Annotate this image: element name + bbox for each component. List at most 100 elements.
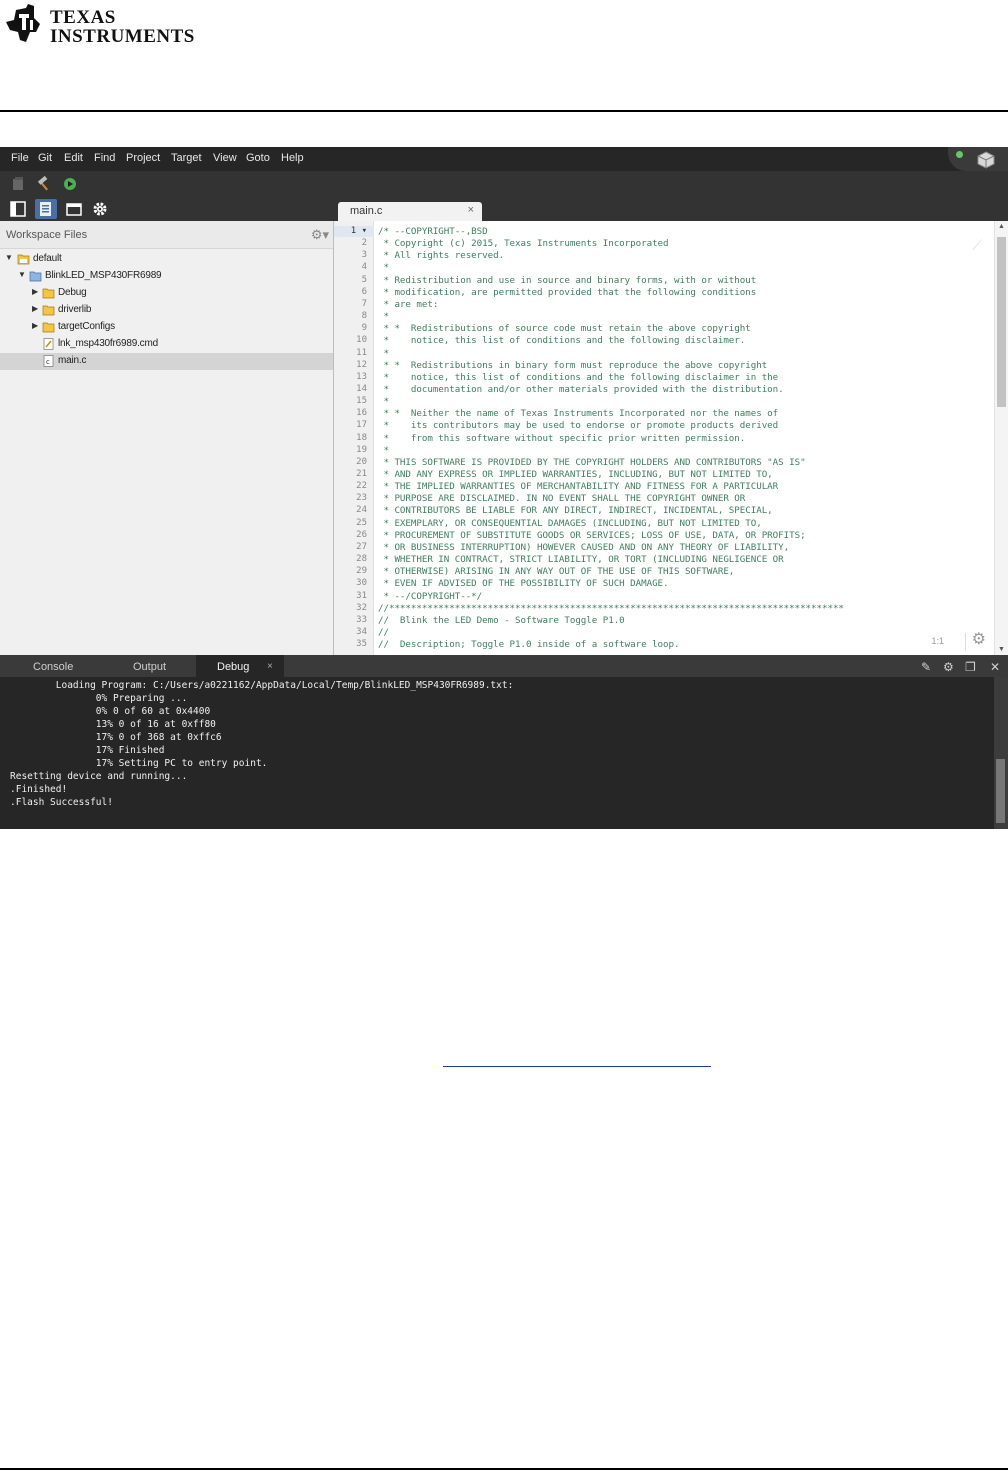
minimap-icon[interactable]: ⟋ xyxy=(972,237,982,254)
file-browser-icon[interactable] xyxy=(63,199,85,219)
code-line: * THIS SOFTWARE IS PROVIDED BY THE COPYR… xyxy=(378,456,806,468)
line-number: 25 xyxy=(356,517,367,528)
code-line: * * Redistributions of source code must … xyxy=(378,323,751,335)
code-line: * Copyright (c) 2015, Texas Instruments … xyxy=(378,238,669,250)
scroll-up-icon[interactable]: ▲ xyxy=(998,223,1005,230)
console-line: .Flash Successful! xyxy=(10,797,113,809)
code-line: * xyxy=(378,311,389,323)
line-number: 24 xyxy=(356,505,367,516)
code-line: * * Neither the name of Texas Instrument… xyxy=(378,408,779,420)
console-line: 17% Finished xyxy=(10,745,165,757)
code-line: * notice, this list of conditions and th… xyxy=(378,335,746,347)
line-number: 4 xyxy=(361,262,367,273)
collapse-arrow-icon[interactable]: ▶ xyxy=(32,287,38,296)
line-number: 11 xyxy=(356,347,367,358)
line-number: 2 xyxy=(361,238,367,249)
restore-panel-icon[interactable]: ❐ xyxy=(965,660,976,674)
line-number: 28 xyxy=(356,554,367,565)
menu-git[interactable]: Git xyxy=(38,152,52,164)
menu-file[interactable]: File xyxy=(11,152,29,164)
workspace-gear-icon[interactable]: ⚙▾ xyxy=(311,227,329,243)
line-number: 14 xyxy=(356,383,367,394)
code-line: * OTHERWISE) ARISING IN ANY WAY OUT OF T… xyxy=(378,566,735,578)
console-line: 13% 0 of 16 at 0xff80 xyxy=(10,719,216,731)
tree-label: BlinkLED_MSP430FR6989 xyxy=(45,270,162,281)
code-line: * its contributors may be used to endors… xyxy=(378,420,779,432)
line-number: 23 xyxy=(356,493,367,504)
close-panel-icon[interactable]: ✕ xyxy=(990,660,1000,674)
footer-rule xyxy=(0,1468,1008,1470)
tree-item-default[interactable]: ▼ default xyxy=(0,251,333,268)
code-editor[interactable]: 1 ▾ 2 3 4 5 6 7 8 9 10 11 12 13 14 15 16 17 18 19 20 21 22 23 2… xyxy=(334,221,1008,655)
tree-item-targetconfigs[interactable]: ▶ targetConfigs xyxy=(0,319,333,336)
tab-label: main.c xyxy=(350,205,383,217)
console-line: 0% 0 of 60 at 0x4400 xyxy=(10,706,211,718)
line-number: 18 xyxy=(356,432,367,443)
hyperlink-underline[interactable] xyxy=(443,1066,711,1067)
header-rule xyxy=(0,110,1008,112)
project-folder-icon xyxy=(29,271,42,282)
tree-item-project[interactable]: ▼ BlinkLED_MSP430FR6989 xyxy=(0,268,333,285)
workspace-header: Workspace Files ⚙▾ xyxy=(0,221,333,249)
debug-run-icon[interactable] xyxy=(62,176,78,192)
menu-goto[interactable]: Goto xyxy=(246,152,270,164)
menu-find[interactable]: Find xyxy=(94,152,115,164)
settings-gear-icon[interactable] xyxy=(89,199,111,219)
menu-project[interactable]: Project xyxy=(126,152,160,164)
expand-arrow-icon[interactable]: ▼ xyxy=(5,253,13,262)
code-line: * * Redistributions in binary form must … xyxy=(378,359,768,371)
tree-item-cmd-file[interactable]: lnk_msp430fr6989.cmd xyxy=(0,336,333,353)
tab-output-label: Output xyxy=(133,661,167,673)
menu-edit[interactable]: Edit xyxy=(64,152,83,164)
line-number: 31 xyxy=(356,590,367,601)
line-number: 21 xyxy=(356,469,367,479)
project-explorer-icon[interactable] xyxy=(35,199,57,219)
ti-wordmark: Texas Instruments xyxy=(50,8,195,46)
console-line: .Finished! xyxy=(10,784,68,796)
c-file-icon: c xyxy=(43,355,54,367)
menu-view[interactable]: View xyxy=(213,152,237,164)
collapse-arrow-icon[interactable]: ▶ xyxy=(32,304,38,313)
tree-item-debug[interactable]: ▶ Debug xyxy=(0,285,333,302)
scroll-thumb[interactable] xyxy=(997,237,1006,407)
tab-output[interactable]: Output xyxy=(104,655,196,677)
code-line: * PROCUREMENT OF SUBSTITUTE GOODS OR SER… xyxy=(378,529,806,541)
expand-arrow-icon[interactable]: ▼ xyxy=(18,270,26,279)
tree-item-driverlib[interactable]: ▶ driverlib xyxy=(0,302,333,319)
build-hammer-icon[interactable] xyxy=(36,176,52,192)
tab-close-icon[interactable]: × xyxy=(468,204,474,216)
brand-line-2: Instruments xyxy=(50,26,195,47)
tree-item-main-c[interactable]: c main.c xyxy=(0,353,333,370)
tab-debug-close-icon[interactable]: × xyxy=(267,661,273,672)
console-scrollbar[interactable] xyxy=(994,677,1008,829)
console-settings-gear-icon[interactable]: ⚙ xyxy=(943,660,954,674)
clear-console-icon[interactable]: ✎ xyxy=(921,660,931,674)
collapse-arrow-icon[interactable]: ▶ xyxy=(32,321,38,330)
resource-explorer-icon[interactable] xyxy=(976,150,996,170)
debug-console[interactable]: Loading Program: C:/Users/a0221162/AppDa… xyxy=(0,677,1008,829)
scroll-down-icon[interactable]: ▼ xyxy=(998,646,1005,653)
code-line: * modification, are permitted provided t… xyxy=(378,286,757,298)
code-line: // xyxy=(378,626,389,638)
line-number: 16 xyxy=(356,408,367,419)
menu-target[interactable]: Target xyxy=(171,152,202,164)
code-line: * notice, this list of conditions and th… xyxy=(378,371,779,383)
line-number: 30 xyxy=(356,578,367,589)
code-line: * EVEN IF ADVISED OF THE POSSIBILITY OF … xyxy=(378,578,669,590)
editor-settings-gear-icon[interactable]: ⚙ xyxy=(972,629,986,649)
bottom-panel-tabs: Console Output Debug × ✎ ⚙ ❐ ✕ xyxy=(0,655,1008,677)
menu-help[interactable]: Help xyxy=(281,152,304,164)
editor-scrollbar[interactable]: ▲ ▼ xyxy=(994,221,1008,655)
tab-debug[interactable]: Debug × xyxy=(196,655,284,677)
toggle-sidebar-icon[interactable] xyxy=(7,199,29,219)
line-number: 1 ▾ xyxy=(350,226,367,236)
tab-main-c[interactable]: main.c × xyxy=(338,202,482,221)
view-toolbar xyxy=(0,197,334,221)
brand-line-1: Texas xyxy=(50,7,116,28)
new-file-icon[interactable] xyxy=(10,176,26,192)
code-line: * documentation and/or other materials p… xyxy=(378,383,784,395)
console-scroll-thumb[interactable] xyxy=(996,759,1005,823)
tab-console[interactable]: Console xyxy=(0,655,104,677)
code-line: * are met: xyxy=(378,298,439,310)
editor-tab-bar: main.c × xyxy=(334,197,1008,221)
